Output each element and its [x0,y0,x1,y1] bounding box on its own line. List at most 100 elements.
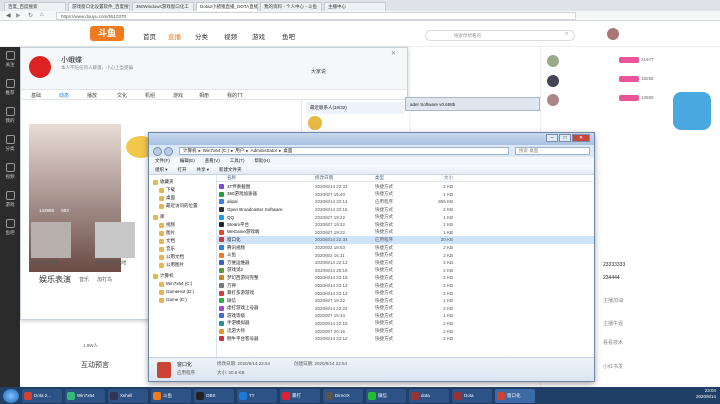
taskbar-item[interactable]: Dota 2... [22,388,62,403]
qq-tab[interactable]: 相册 [199,92,209,99]
recent-contacts[interactable]: 最近联系人(18/32) [306,102,404,114]
close-icon[interactable]: ✕ [391,50,396,57]
file-row[interactable]: WeGame游戏端 2020/8/7 19:22 快捷方式 1 KB [217,229,594,237]
nav-yuba[interactable]: 鱼吧 [282,31,295,41]
douyu-search-input[interactable]: 搜索你想看的 [425,30,575,41]
nav-item[interactable]: 图片 [149,229,216,237]
column-date[interactable]: 修改日期 [315,175,375,181]
column-name[interactable]: 名称 [217,175,315,181]
forward-icon[interactable]: ▶ [16,12,21,19]
nav-category[interactable]: 分类 [195,31,208,41]
sidebar-item-yuba[interactable]: 鱼吧 [0,215,20,243]
file-row[interactable]: 明牛平台客号器 2020/8/14 22:12 快捷方式 2 KB [217,335,594,343]
nav-computer[interactable]: 计算机 [149,272,216,280]
file-row[interactable]: 窗口化 2020/8/14 22:34 应用程序 20 KB [217,236,594,244]
file-row[interactable]: 360游戏加速器 2020/8/7 15:40 快捷方式 1 KB [217,191,594,199]
taskbar-item[interactable]: 斗鱼 [151,388,191,403]
breadcrumb-item[interactable]: 计算机 [183,148,197,154]
sidebar-item-game[interactable]: 游戏 [0,187,20,215]
file-row[interactable]: 暴打多游游戏 2020/8/14 22:13 快捷方式 2 KB [217,289,594,297]
sidebar-item-video[interactable]: 视频 [0,159,20,187]
nav-game[interactable]: 游戏 [252,31,265,41]
nav-video[interactable]: 视频 [224,31,237,41]
contact-avatar[interactable] [308,116,322,130]
menu-edit[interactable]: 编辑(E) [180,157,195,165]
refresh-icon[interactable]: ↻ [28,12,33,19]
breadcrumb-item[interactable]: 用户 [235,148,244,154]
taskbar-item[interactable]: Dota [452,388,492,403]
file-row[interactable]: Open Broadcaster Software 2020/8/14 22:16… [217,206,594,214]
menu-file[interactable]: 文件(F) [155,157,170,165]
browser-tab[interactable]: 我的资料 - 个人中心 - 斗鱼 [260,2,322,11]
breadcrumb[interactable]: 计算机 ▸ Win7x64 (C:) ▸ 用户 ▸ Administrator ▸ 桌面 [179,147,509,155]
file-row[interactable]: 游戏试2 2020/8/14 20:16 快捷方式 2 KB [217,267,594,275]
file-row[interactable]: 迅游大师 2020/8/7 20:16 快捷方式 2 KB [217,327,594,335]
file-row[interactable]: 万神 2020/8/14 22:13 快捷方式 2 KB [217,282,594,290]
file-row[interactable]: 游戏等级 2020/8/7 15:34 快捷方式 1 KB [217,312,594,320]
file-row[interactable]: 3T伴奏截图 2020/8/14 22:33 快捷方式 2 KB [217,183,594,191]
breadcrumb-item[interactable]: 桌面 [283,148,292,154]
nav-item[interactable]: 音乐 [149,245,216,253]
menu-view[interactable]: 查看(V) [205,157,220,165]
qq-signature[interactable]: 本人不陪任何人聊骚，小心上当受骗 [61,65,133,71]
file-row[interactable]: 微信 2020/8/7 19:22 快捷方式 1 KB [217,297,594,305]
home-icon[interactable]: ⌂ [40,12,44,18]
section-tab[interactable]: 音乐 [79,276,89,283]
column-size[interactable]: 大小 [423,175,453,181]
browser-tab-active[interactable]: Dota2小猪猪直播_DOTA直播 [196,2,258,11]
sidebar-item-recommend[interactable]: 推荐 [0,75,20,103]
organize-button[interactable]: 组织 ▾ [155,165,168,174]
share-button[interactable]: 共享 ▾ [197,165,210,174]
file-row[interactable]: 梦幻西游同完整 2020/8/14 22:18 快捷方式 2 KB [217,274,594,282]
taskbar-item[interactable]: 窗口化 [495,388,535,403]
taskbar-item[interactable]: TT [237,388,277,403]
taskbar-item[interactable]: OBS [194,388,234,403]
qq-tab[interactable]: 播放 [87,92,97,99]
start-button[interactable] [3,388,19,403]
qq-tab[interactable]: 基础 [31,92,41,99]
breadcrumb-item[interactable]: Administrator [251,148,278,154]
section-tab[interactable]: 加打鸟 [97,276,112,283]
file-row[interactable]: QQ 2020/8/7 19:22 快捷方式 1 KB [217,213,594,221]
nav-item[interactable]: 下载 [149,186,216,194]
nav-live[interactable]: 直播 [168,31,181,41]
back-icon[interactable]: ◀ [6,12,11,19]
system-clock[interactable]: 23:04 2020/8/14 [696,388,716,400]
column-type[interactable]: 类型 [375,175,423,181]
file-row[interactable]: 手游模拟器 2020/8/14 22:15 快捷方式 2 KB [217,320,594,328]
nav-drive[interactable]: Game (E:) [149,296,216,304]
new-folder-button[interactable]: 新建文件夹 [219,165,242,174]
browser-tab[interactable]: 百度_百度搜索 [4,2,66,11]
nav-item[interactable]: 视频 [149,221,216,229]
qq-tab[interactable]: 机组 [145,92,155,99]
url-input[interactable]: https://www.douyu.com/5510370 [56,12,576,20]
file-row[interactable]: Steam平台 2020/8/7 19:22 快捷方式 1 KB [217,221,594,229]
nav-item[interactable]: 公用文档 [149,253,216,261]
nav-item[interactable]: 公用图片 [149,261,216,269]
obs-window-title[interactable]: ader Software v0.658b [405,97,540,111]
file-row[interactable]: 腾讯视频 2020/8/2 18:53 快捷方式 2 KB [217,244,594,252]
promo-mascot[interactable] [673,92,711,130]
menu-tools[interactable]: 工具(T) [230,157,245,165]
file-row[interactable]: 万维运维器 2020/8/14 22:13 快捷方式 2 KB [217,259,594,267]
browser-tab[interactable]: 游戏窗口化设置软件_百度搜索 [68,2,130,11]
open-button[interactable]: 打开 [178,165,187,174]
taskbar-item[interactable]: Xshell [108,388,148,403]
heart-avatar-icon[interactable] [29,56,51,78]
qq-tab[interactable]: 文化 [117,92,127,99]
thumbnail[interactable] [95,222,135,258]
search-icon[interactable]: ⌕ [565,31,568,38]
taskbar-item[interactable]: 微信 [366,388,406,403]
close-button[interactable]: ✕ [572,134,590,142]
breadcrumb-item[interactable]: Win7x64 (C:) [203,148,229,154]
browser-tab[interactable]: 360Windows游戏窗口化工 [132,2,194,11]
taskbar-item[interactable]: dota [409,388,449,403]
explorer-search-input[interactable]: 搜索 桌面 [515,147,590,155]
file-row[interactable]: alipal 2020/8/14 22:14 应用程序 855 KB [217,198,594,206]
sidebar-item-category[interactable]: 分类 [0,131,20,159]
thumbnail[interactable] [31,222,71,258]
avatar[interactable] [607,28,619,40]
maximize-button[interactable]: □ [559,134,571,142]
nav-drive[interactable]: GameHot (D:) [149,288,216,296]
nav-item[interactable]: 最近访问的位置 [149,202,216,210]
